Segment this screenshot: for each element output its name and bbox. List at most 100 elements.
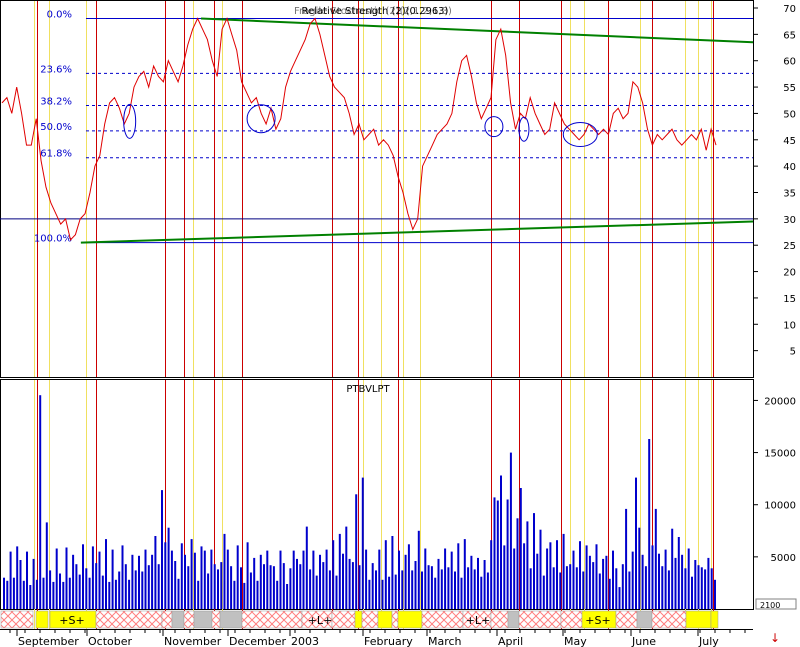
volume-bar (187, 566, 190, 609)
volume-bar (625, 508, 628, 609)
x-axis-label: November (164, 635, 222, 647)
volume-bar (26, 551, 28, 609)
band-segment (507, 610, 520, 629)
volume-bar (684, 568, 687, 609)
volume-bar (118, 571, 121, 609)
price-cycle-lines (34, 1, 714, 377)
volume-bar (628, 571, 631, 609)
volume-bar (483, 560, 486, 609)
volume-bar (536, 553, 539, 609)
volume-bar (325, 549, 328, 609)
volume-bar (595, 544, 598, 609)
volume-bar (240, 567, 242, 609)
volume-bar (29, 585, 32, 609)
band-segment (211, 610, 221, 629)
fib-label: 50.0% (40, 122, 72, 133)
volume-bar (256, 580, 259, 609)
volume-bar (552, 567, 555, 609)
volume-bar (401, 570, 404, 609)
volume-bar (700, 567, 703, 609)
volume-bar (542, 575, 545, 609)
trendline (200, 17, 754, 44)
volume-bar (618, 587, 621, 609)
volume-bar (91, 546, 94, 609)
x-axis-label: October (88, 635, 132, 647)
volume-bar (513, 548, 516, 609)
volume-bar (674, 557, 677, 609)
volume-bar (677, 537, 680, 609)
volume-bar (358, 565, 361, 609)
volume-bar (180, 543, 183, 609)
x-axis-label: April (498, 635, 523, 647)
volume-bar (516, 518, 519, 609)
volume-bar (315, 575, 318, 609)
volume-bar (404, 554, 407, 609)
volume-bar (691, 576, 693, 609)
volume-bar (493, 497, 496, 609)
volume-bar (49, 570, 52, 609)
volume-bar (450, 551, 453, 609)
volume-bar (562, 533, 565, 609)
volume-y-tick-label: 5000 (771, 553, 796, 564)
pattern-circles (123, 103, 598, 148)
band-segment (685, 610, 712, 629)
volume-bar (151, 554, 154, 609)
volume-bar (414, 561, 417, 609)
fibonacci-levels: 0.0% 23.6% 38.2% 50.0% 61.8% 100.0% (34, 10, 753, 245)
volume-bar (644, 566, 647, 609)
volume-bar (309, 569, 312, 609)
volume-bar (161, 490, 163, 609)
fib-label: 38.2% (40, 97, 72, 108)
band-segment (615, 610, 638, 629)
band-segment (193, 610, 213, 629)
volume-bar (526, 521, 529, 609)
volume-bar (381, 579, 384, 609)
x-axis-label: September (18, 635, 79, 647)
scroll-down-arrow-icon[interactable]: ↓ (770, 631, 780, 645)
price-y-tick-label: 5 (790, 347, 796, 358)
volume-bar (612, 550, 614, 609)
volume-bar (249, 572, 252, 609)
volume-bar (378, 549, 381, 609)
volume-bar (114, 579, 117, 609)
volume-bar (272, 566, 275, 609)
price-y-tick-label: 60 (783, 57, 796, 68)
volume-bar (565, 566, 568, 609)
volume-bar (384, 540, 387, 609)
volume-bar (289, 568, 292, 609)
volume-bar (68, 577, 71, 609)
volume-bar (621, 564, 624, 609)
volume-bar (75, 564, 78, 609)
volume-bar (388, 576, 391, 609)
volume-bar (328, 570, 331, 609)
band-segment (183, 610, 195, 629)
volume-bar (588, 555, 591, 609)
volume-bar (430, 566, 433, 609)
volume-bar (440, 569, 443, 609)
volume-bar (190, 539, 193, 609)
band-segment (161, 610, 173, 629)
volume-bar (473, 569, 476, 609)
volume-bar (299, 564, 302, 609)
volume-bar (457, 543, 460, 609)
volume-bar (556, 540, 558, 609)
volume-bar (236, 545, 239, 609)
band-segment (361, 610, 379, 629)
volume-y-tick-label: 20000 (764, 396, 796, 407)
fib-label: 0.0% (47, 10, 72, 21)
volume-bar (391, 536, 394, 609)
volume-bar (345, 526, 348, 609)
volume-bar (45, 522, 48, 609)
volume-bar (394, 574, 397, 609)
volume-bar (22, 580, 25, 609)
volume-bar (12, 577, 15, 609)
volume-bar (259, 554, 262, 609)
volume-bar (641, 554, 644, 609)
volume-bar (694, 560, 697, 609)
volume-bar (638, 527, 641, 609)
volume-bar (305, 526, 308, 609)
volume-bar (368, 579, 371, 609)
volume-bar (342, 553, 344, 609)
volume-bar (217, 569, 219, 609)
volume-bar (434, 577, 437, 609)
